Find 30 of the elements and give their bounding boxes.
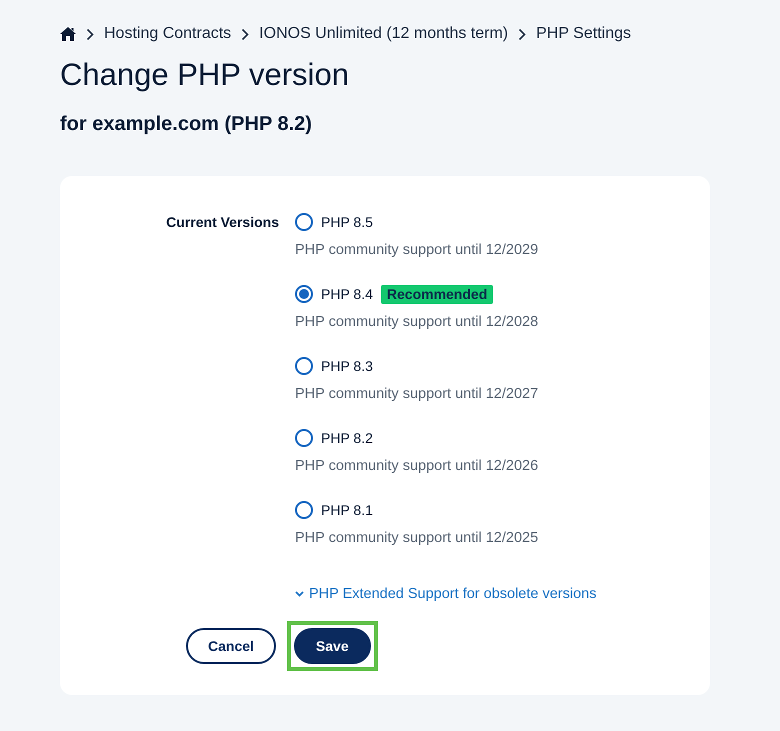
home-icon[interactable]	[60, 27, 76, 41]
option-description: PHP community support until 12/2027	[295, 385, 538, 404]
radio-button[interactable]	[295, 357, 313, 375]
breadcrumb-link[interactable]: PHP Settings	[536, 22, 631, 46]
extended-support-link[interactable]: PHP Extended Support for obsolete versions	[295, 584, 596, 604]
radio-button[interactable]	[295, 213, 313, 231]
option-description: PHP community support until 12/2025	[295, 529, 538, 548]
option-description: PHP community support until 12/2029	[295, 241, 538, 260]
save-button[interactable]: Save	[294, 628, 371, 664]
radio-button[interactable]	[295, 429, 313, 447]
cancel-button[interactable]: Cancel	[186, 628, 276, 664]
option-label[interactable]: PHP 8.3	[321, 354, 373, 378]
option-label[interactable]: PHP 8.4	[321, 282, 373, 306]
chevron-right-icon	[241, 28, 250, 40]
page-title: Change PHP version	[60, 56, 349, 94]
option-label[interactable]: PHP 8.2	[321, 426, 373, 450]
radio-button[interactable]	[295, 285, 313, 303]
breadcrumb-link[interactable]: Hosting Contracts	[104, 22, 232, 46]
option-label[interactable]: PHP 8.5	[321, 210, 373, 234]
option-label[interactable]: PHP 8.1	[321, 498, 373, 522]
option-description: PHP community support until 12/2026	[295, 457, 538, 476]
breadcrumb-link[interactable]: IONOS Unlimited (12 months term)	[259, 22, 508, 46]
option-description: PHP community support until 12/2028	[295, 313, 538, 332]
radio-button[interactable]	[295, 501, 313, 519]
chevron-icon	[295, 591, 304, 597]
field-label: Current Versions	[166, 213, 279, 232]
chevron-right-icon	[86, 28, 94, 40]
recommended-tag: Recommended	[380, 284, 494, 304]
page-subtitle: for example.com (PHP 8.2)	[60, 112, 312, 137]
chevron-right-icon	[518, 28, 526, 40]
